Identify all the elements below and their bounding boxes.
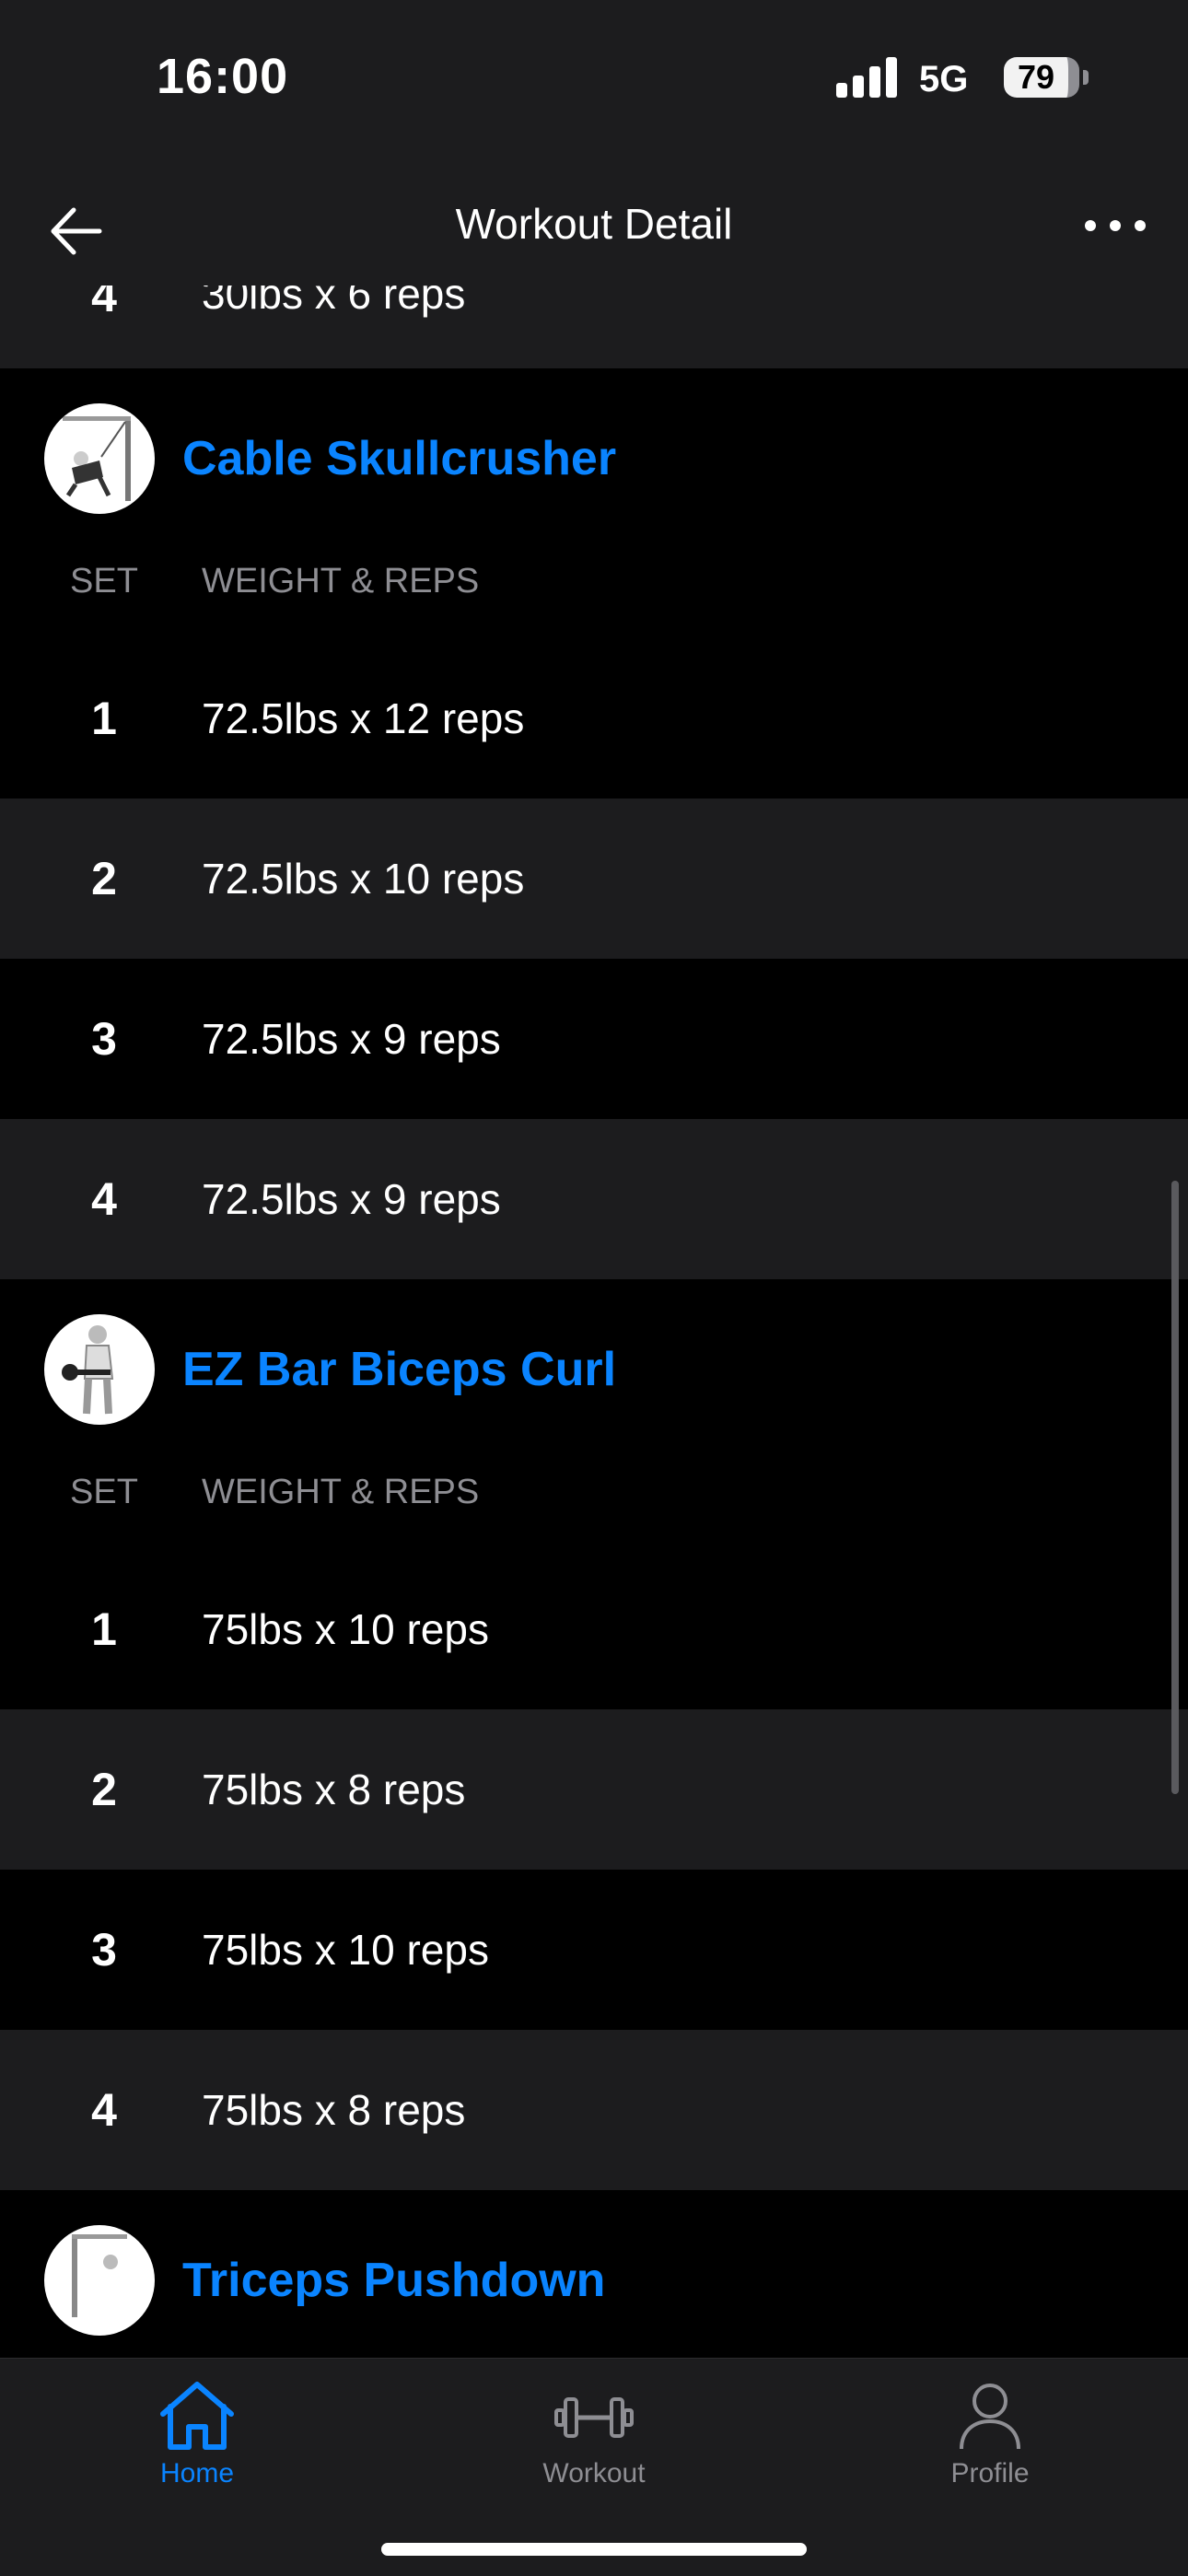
tab-label: Workout bbox=[542, 2458, 646, 2489]
set-row: 1 72.5lbs x 12 reps bbox=[0, 638, 1188, 798]
more-options-icon[interactable] bbox=[1083, 212, 1147, 239]
exercise-header[interactable]: Triceps Pushdown bbox=[0, 2190, 1188, 2342]
col-weight-reps-label: WEIGHT & REPS bbox=[202, 1473, 480, 1511]
tab-label: Profile bbox=[950, 2458, 1030, 2489]
battery-icon: 79 bbox=[1004, 57, 1079, 98]
pushdown-icon bbox=[72, 2234, 127, 2317]
exercise-thumbnail bbox=[44, 1314, 155, 1425]
set-number: 1 bbox=[91, 1603, 117, 1655]
column-headers: SET WEIGHT & REPS bbox=[0, 520, 1188, 638]
set-weight-reps: 72.5lbs x 12 reps bbox=[202, 694, 525, 742]
home-indicator[interactable] bbox=[381, 2543, 807, 2556]
battery-tip bbox=[1083, 70, 1089, 85]
set-weight-reps: 72.5lbs x 9 reps bbox=[202, 1015, 501, 1063]
status-time: 16:00 bbox=[157, 49, 289, 104]
exercise-header[interactable]: Cable Skullcrusher bbox=[0, 368, 1188, 520]
dumbbell-icon bbox=[554, 2397, 634, 2438]
set-row: 3 72.5lbs x 9 reps bbox=[0, 959, 1188, 1119]
battery-level: 79 bbox=[1017, 58, 1055, 96]
page-title: Workout Detail bbox=[455, 200, 733, 248]
tab-bar: Home Workout Profile bbox=[0, 2358, 1188, 2576]
biceps-curl-icon bbox=[62, 1325, 114, 1415]
person-icon bbox=[960, 2384, 1020, 2450]
exercise-name[interactable]: EZ Bar Biceps Curl bbox=[182, 1342, 616, 1397]
set-row: 2 75lbs x 8 reps bbox=[0, 1709, 1188, 1870]
set-row: 2 72.5lbs x 10 reps bbox=[0, 798, 1188, 959]
exercise-header[interactable]: EZ Bar Biceps Curl bbox=[0, 1279, 1188, 1431]
column-headers: SET WEIGHT & REPS bbox=[0, 1431, 1188, 1549]
set-row: 4 72.5lbs x 9 reps bbox=[0, 1119, 1188, 1279]
tab-workout[interactable]: Workout bbox=[479, 2379, 709, 2489]
set-number: 1 bbox=[91, 693, 117, 744]
cable-machine-icon bbox=[63, 416, 131, 501]
exercise-thumbnail bbox=[44, 2225, 155, 2336]
set-row: 3 75lbs x 10 reps bbox=[0, 1870, 1188, 2030]
exercise-thumbnail bbox=[44, 403, 155, 514]
workout-detail-list[interactable]: 4 30lbs x 6 reps Cable Skullcrusher SET … bbox=[0, 286, 1188, 2358]
col-set-label: SET bbox=[70, 562, 138, 600]
tab-label: Home bbox=[159, 2458, 235, 2489]
set-number: 3 bbox=[91, 1924, 117, 1976]
set-weight-reps: 75lbs x 8 reps bbox=[202, 2086, 466, 2134]
set-weight-reps: 72.5lbs x 10 reps bbox=[202, 855, 525, 903]
scrollbar[interactable] bbox=[1171, 1181, 1179, 1794]
set-number: 4 bbox=[91, 286, 117, 321]
status-bar: 16:00 5G 79 bbox=[0, 0, 1188, 157]
set-weight-reps: 75lbs x 10 reps bbox=[202, 1926, 489, 1974]
set-number: 4 bbox=[91, 2084, 117, 2136]
set-weight-reps: 72.5lbs x 9 reps bbox=[202, 1175, 501, 1223]
exercise-name[interactable]: Triceps Pushdown bbox=[182, 2253, 605, 2308]
set-number: 2 bbox=[91, 853, 117, 904]
set-weight-reps: 30lbs x 6 reps bbox=[202, 286, 466, 318]
tab-home[interactable]: Home bbox=[82, 2379, 312, 2489]
col-weight-reps-label: WEIGHT & REPS bbox=[202, 562, 480, 600]
set-row: 4 30lbs x 6 reps bbox=[0, 286, 1188, 368]
set-weight-reps: 75lbs x 10 reps bbox=[202, 1605, 489, 1653]
set-row: 4 75lbs x 8 reps bbox=[0, 2030, 1188, 2190]
set-number: 2 bbox=[91, 1764, 117, 1815]
tab-profile[interactable]: Profile bbox=[875, 2379, 1105, 2489]
set-number: 4 bbox=[91, 1173, 117, 1225]
home-icon bbox=[160, 2382, 234, 2450]
set-weight-reps: 75lbs x 8 reps bbox=[202, 1766, 466, 1813]
set-row: 1 75lbs x 10 reps bbox=[0, 1549, 1188, 1709]
set-number: 3 bbox=[91, 1013, 117, 1065]
exercise-name[interactable]: Cable Skullcrusher bbox=[182, 431, 616, 486]
col-set-label: SET bbox=[70, 1473, 138, 1511]
signal-icon bbox=[836, 57, 897, 98]
nav-bar: Workout Detail bbox=[0, 157, 1188, 286]
network-type: 5G bbox=[919, 59, 969, 99]
